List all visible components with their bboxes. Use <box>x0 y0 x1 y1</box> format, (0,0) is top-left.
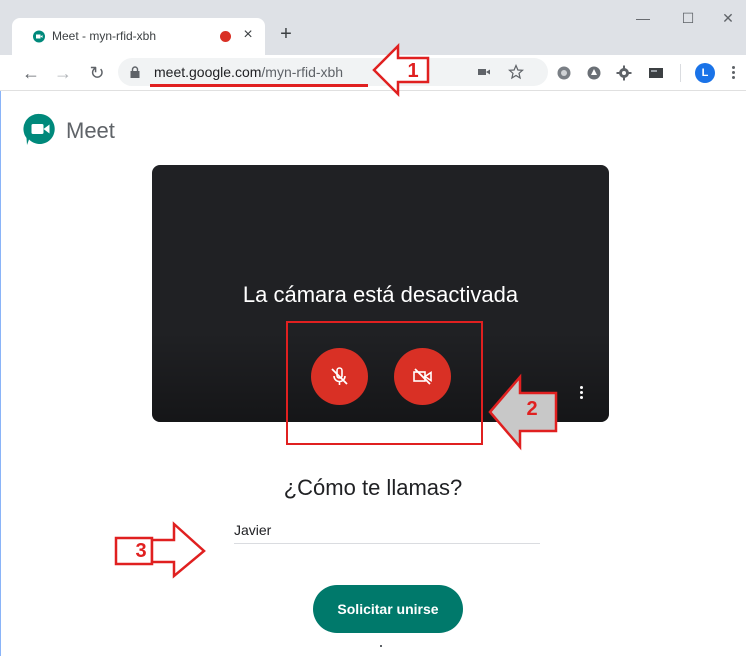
toolbar-divider <box>680 64 681 82</box>
browser-tab[interactable]: Meet - myn-rfid-xbh × <box>12 18 265 56</box>
annotation-label-2: 2 <box>526 398 538 420</box>
extension-globe-icon[interactable] <box>556 65 572 81</box>
page-edge <box>0 91 1 656</box>
meet-logo-icon <box>23 113 55 145</box>
meet-brand-name: Meet <box>66 118 115 143</box>
meet-favicon-icon <box>33 30 45 43</box>
name-input[interactable] <box>234 516 540 544</box>
annotation-label-3: 3 <box>135 540 147 562</box>
camera-off-message: La cámara está desactivada <box>242 282 519 307</box>
browser-menu-icon[interactable] <box>730 64 736 82</box>
profile-avatar[interactable]: L <box>695 63 715 83</box>
back-icon[interactable]: ← <box>20 62 42 84</box>
tab-title: Meet - myn-rfid-xbh <box>52 29 157 43</box>
annotation-highlight-box <box>286 321 483 445</box>
annotation-label-1: 1 <box>407 60 419 82</box>
camera-permission-icon[interactable] <box>476 64 492 80</box>
maximize-icon[interactable]: ☐ <box>676 10 700 27</box>
bookmark-star-icon[interactable] <box>508 64 524 80</box>
new-tab-icon[interactable]: + <box>275 24 297 44</box>
annotation-arrow-3 <box>114 521 206 579</box>
screen: Meet - myn-rfid-xbh × + — ☐ ✕ ← → ↻ meet… <box>0 0 746 656</box>
url-text: meet.google.com/myn-rfid-xbh <box>154 64 343 80</box>
annotation-underline <box>150 84 368 87</box>
url-path: /myn-rfid-xbh <box>261 64 344 80</box>
name-question: ¿Cómo te llamas? <box>283 475 463 500</box>
recording-indicator-icon <box>220 31 231 42</box>
more-options-icon[interactable] <box>577 384 585 404</box>
window-close-icon[interactable]: ✕ <box>716 10 740 27</box>
tab-close-icon[interactable]: × <box>240 26 256 44</box>
ask-to-join-button[interactable]: Solicitar unirse <box>313 585 463 633</box>
extension-circle-icon[interactable] <box>586 65 602 81</box>
extension-gear-icon[interactable] <box>616 65 632 81</box>
minimize-icon[interactable]: — <box>631 10 655 26</box>
reload-icon[interactable]: ↻ <box>86 62 108 84</box>
extension-screen-icon[interactable] <box>648 65 664 81</box>
forward-icon[interactable]: → <box>52 62 74 84</box>
address-bar[interactable]: meet.google.com/myn-rfid-xbh <box>118 58 548 86</box>
page-dot <box>380 645 382 647</box>
lock-icon <box>130 66 140 78</box>
url-host: meet.google.com <box>154 64 262 80</box>
